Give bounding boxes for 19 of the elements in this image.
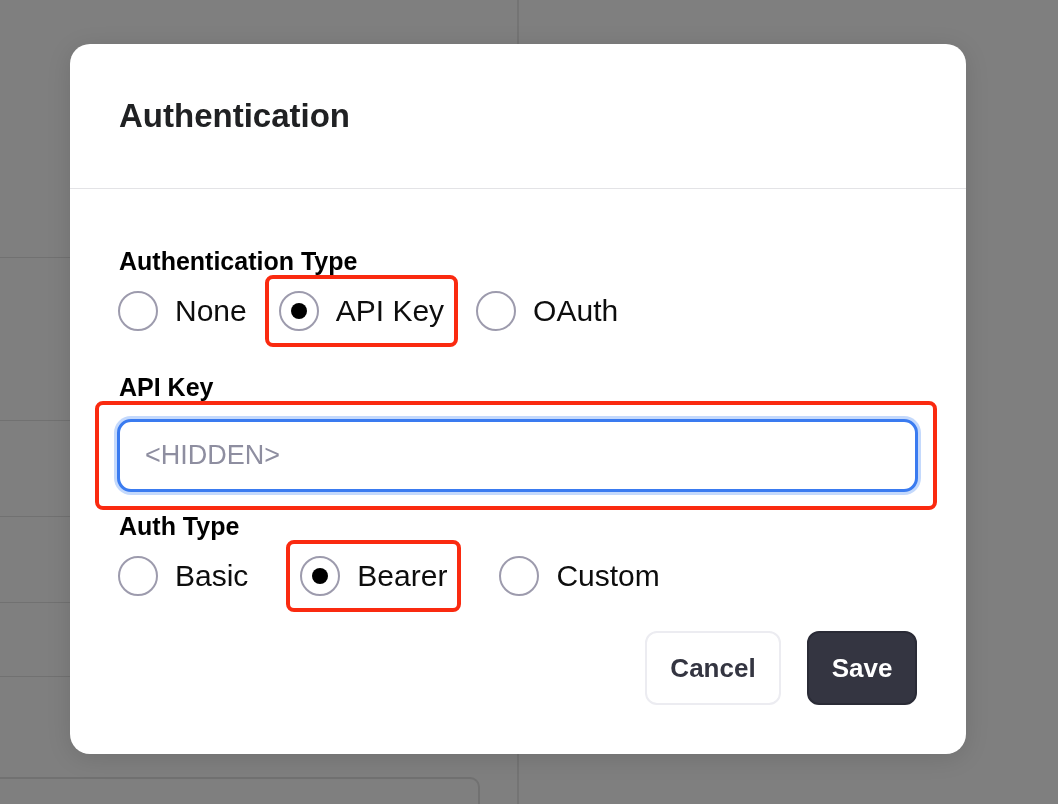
option-label: Custom xyxy=(556,558,660,594)
radio-button[interactable] xyxy=(300,556,341,596)
field-label: Auth Type xyxy=(119,512,240,540)
radio-button[interactable] xyxy=(278,291,319,331)
field-label: API Key xyxy=(119,373,214,401)
api-key-field[interactable]: <HIDDEN> xyxy=(117,419,918,492)
radio-button[interactable] xyxy=(118,291,158,331)
option-label: Bearer xyxy=(357,558,448,594)
save-button[interactable]: Save xyxy=(807,631,917,705)
cancel-button[interactable]: Cancel xyxy=(645,631,781,705)
option-label: Basic xyxy=(175,558,249,594)
radio-button[interactable] xyxy=(499,556,540,596)
radio-button[interactable] xyxy=(476,291,517,331)
field-label: Authentication Type xyxy=(119,247,358,275)
option-label: None xyxy=(175,293,247,329)
dialog-title: Authentication xyxy=(119,96,350,136)
option-label: API Key xyxy=(335,293,445,329)
option-label: OAuth xyxy=(533,293,619,329)
radio-button[interactable] xyxy=(118,556,158,596)
